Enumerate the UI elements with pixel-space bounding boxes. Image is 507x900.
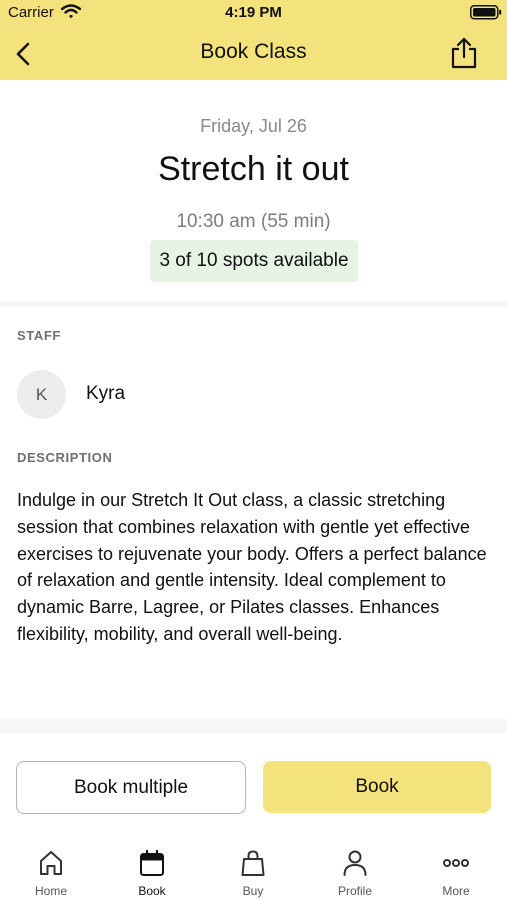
- tab-label: More: [442, 884, 470, 898]
- tab-home[interactable]: Home: [11, 834, 91, 900]
- book-multiple-button[interactable]: Book multiple: [16, 761, 246, 814]
- battery-icon: [470, 5, 502, 25]
- class-date: Friday, Jul 26: [200, 116, 307, 136]
- status-bar: Carrier 4:19 PM: [0, 0, 507, 26]
- more-dots-icon: [443, 859, 469, 867]
- tab-bar: Home Book Buy Profile More: [0, 834, 507, 900]
- home-icon: [40, 851, 62, 875]
- section-divider: [0, 302, 507, 306]
- section-divider: [0, 719, 507, 733]
- share-icon: [451, 37, 477, 69]
- page-title: Book Class: [200, 40, 307, 63]
- nav-bar: Book Class: [0, 26, 507, 80]
- class-time: 10:30 am (55 min): [176, 211, 331, 232]
- tab-label: Profile: [337, 884, 372, 898]
- tab-label: Buy: [242, 884, 264, 898]
- share-button[interactable]: [448, 36, 480, 70]
- tab-profile[interactable]: Profile: [315, 834, 395, 900]
- class-header: Friday, Jul 26 Stretch it out 10:30 am (…: [0, 80, 507, 302]
- staff-name: Kyra: [86, 383, 126, 404]
- person-icon: [343, 850, 367, 876]
- spots-available-badge: 3 of 10 spots available: [150, 240, 358, 282]
- tab-label: Book: [138, 884, 166, 898]
- tab-label: Home: [34, 884, 67, 898]
- staff-avatar: K: [17, 370, 66, 419]
- class-name: Stretch it out: [158, 150, 349, 188]
- description-section-label: DESCRIPTION: [17, 450, 113, 465]
- status-time: 4:19 PM: [225, 4, 282, 21]
- tab-book[interactable]: Book: [112, 834, 192, 900]
- tab-more[interactable]: More: [416, 834, 496, 900]
- calendar-icon: [140, 849, 164, 876]
- tab-buy[interactable]: Buy: [213, 834, 293, 900]
- class-description: Indulge in our Stretch It Out class, a c…: [17, 490, 487, 644]
- staff-section-label: STAFF: [17, 328, 61, 343]
- book-button[interactable]: Book: [263, 761, 491, 813]
- shopping-bag-icon: [241, 850, 265, 876]
